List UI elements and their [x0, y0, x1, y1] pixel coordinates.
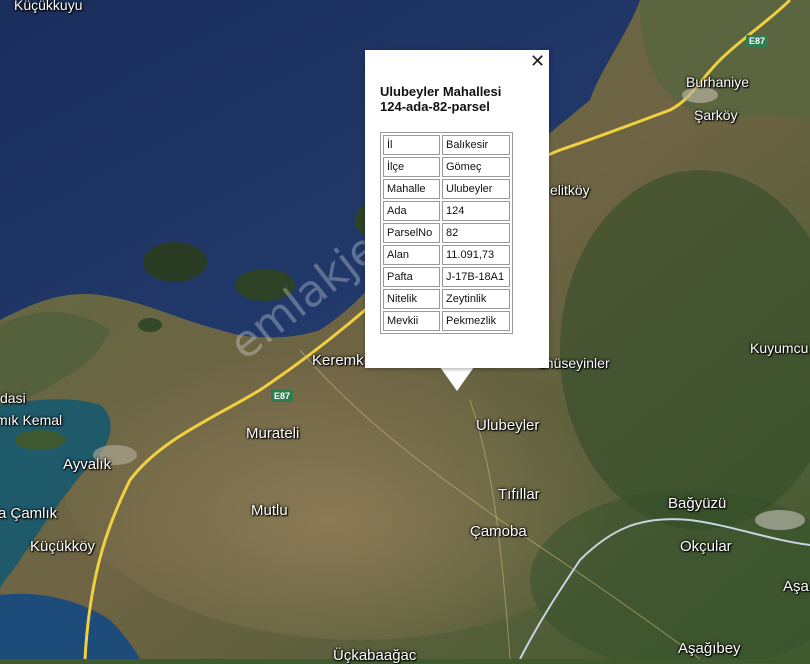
- popup-title-line2: 124-ada-82-parsel: [380, 99, 490, 114]
- place-label-dasi: dasi: [0, 390, 26, 406]
- place-label-camoba: Çamoba: [470, 523, 527, 540]
- place-label-ulubeyler: Ulubeyler: [476, 417, 540, 434]
- place-label-burhaniye: Burhaniye: [686, 74, 750, 90]
- parcel-info-table: İl Balıkesir İlçe Gömeç Mahalle Ulubeyle…: [380, 132, 513, 334]
- close-icon[interactable]: ✕: [530, 52, 545, 70]
- info-key: Pafta: [383, 267, 440, 287]
- place-label-murateli: Murateli: [246, 425, 300, 442]
- info-value: Zeytinlik: [442, 289, 510, 309]
- road-shield-e87: E87: [271, 390, 294, 402]
- place-label-tifillar: Tıfıllar: [498, 486, 540, 503]
- place-label-sarkoy: Şarköy: [694, 107, 738, 123]
- place-label-uckabaagac: Üçkabaağac: [333, 647, 417, 664]
- place-label-delitkoy: elitköy: [550, 182, 590, 198]
- table-row: Ada 124: [383, 201, 510, 221]
- place-label-kemal: mık Kemal: [0, 412, 63, 428]
- info-value: Balıkesir: [442, 135, 510, 155]
- place-label-asa: Aşa: [783, 578, 809, 595]
- table-row: Mahalle Ulubeyler: [383, 179, 510, 199]
- info-key: Ada: [383, 201, 440, 221]
- place-label-bagyuzu: Bağyüzü: [668, 495, 727, 512]
- place-label-camlik: a Çamlık: [0, 505, 58, 522]
- table-row: İl Balıkesir: [383, 135, 510, 155]
- table-row: İlçe Gömeç: [383, 157, 510, 177]
- info-key: Mahalle: [383, 179, 440, 199]
- info-value: J-17B-18A1: [442, 267, 510, 287]
- settlement: [755, 510, 805, 530]
- info-value: 11.091,73: [442, 245, 510, 265]
- table-row: Pafta J-17B-18A1: [383, 267, 510, 287]
- place-label-asagibey: Aşağıbey: [678, 640, 741, 657]
- place-label-kucukkuyu: Küçükkuyu: [14, 0, 83, 13]
- parcel-info-popup: ✕ Ulubeyler Mahallesi 124-ada-82-parsel …: [365, 50, 549, 368]
- info-key: Alan: [383, 245, 440, 265]
- popup-pointer: [440, 367, 474, 391]
- info-value: 124: [442, 201, 510, 221]
- island: [143, 242, 207, 282]
- island: [138, 318, 162, 332]
- road-shield-e87: E87: [746, 35, 769, 47]
- info-key: Mevkii: [383, 311, 440, 331]
- info-key: İl: [383, 135, 440, 155]
- place-label-mutlu: Mutlu: [251, 502, 288, 519]
- popup-title-line1: Ulubeyler Mahallesi: [380, 84, 502, 99]
- table-row: Nitelik Zeytinlik: [383, 289, 510, 309]
- place-label-kuyumcu: Kuyumcu: [750, 340, 809, 356]
- info-key: Nitelik: [383, 289, 440, 309]
- info-value: 82: [442, 223, 510, 243]
- place-label-kucukkoy: Küçükköy: [30, 538, 96, 555]
- info-value: Ulubeyler: [442, 179, 510, 199]
- place-label-okcular: Okçular: [680, 538, 732, 555]
- info-value: Gömeç: [442, 157, 510, 177]
- table-row: ParselNo 82: [383, 223, 510, 243]
- place-label-ayvalik: Ayvalık: [63, 456, 112, 473]
- island: [15, 430, 65, 450]
- table-row: Mevkii Pekmezlik: [383, 311, 510, 331]
- info-key: ParselNo: [383, 223, 440, 243]
- info-key: İlçe: [383, 157, 440, 177]
- place-label-kerem: Keremk: [312, 352, 364, 369]
- table-row: Alan 11.091,73: [383, 245, 510, 265]
- popup-title: Ulubeyler Mahallesi 124-ada-82-parsel: [380, 84, 540, 114]
- info-value: Pekmezlik: [442, 311, 510, 331]
